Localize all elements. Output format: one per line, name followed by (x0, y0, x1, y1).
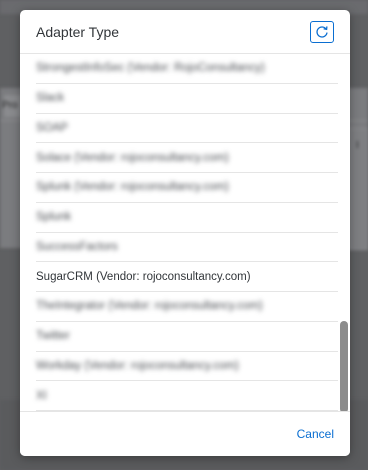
list-item-label: TheIntegrator (Vendor: rojoconsultancy.c… (36, 300, 263, 313)
list-item-label: StrongestInfoSec (Vendor: RojoConsultanc… (36, 62, 265, 75)
list-item-label: Solace (Vendor: rojoconsultancy.com) (36, 151, 229, 164)
scrollbar-thumb[interactable] (340, 321, 348, 413)
list-item[interactable]: Splunk (36, 203, 338, 233)
list-item[interactable]: Twitter (36, 322, 338, 352)
list-item[interactable]: Splunk (Vendor: rojoconsultancy.com) (36, 173, 338, 203)
background-text-left: Pro (2, 100, 18, 111)
list-item[interactable]: SuccessFactors (36, 233, 338, 263)
list-item-label: XI (36, 389, 47, 402)
list-item-label: Splunk (Vendor: rojoconsultancy.com) (36, 181, 229, 194)
adapter-type-dialog: Adapter Type StrongestInfoSec (Vendor: R… (20, 10, 350, 456)
list-item-label: Workday (Vendor: rojoconsultancy.com) (36, 359, 239, 372)
list-item[interactable]: Solace (Vendor: rojoconsultancy.com) (36, 143, 338, 173)
list-item[interactable]: SugarCRM (Vendor: rojoconsultancy.com) (36, 262, 338, 292)
list-item[interactable]: Workday (Vendor: rojoconsultancy.com) (36, 352, 338, 382)
dialog-header: Adapter Type (20, 10, 350, 54)
list-item-label: SugarCRM (Vendor: rojoconsultancy.com) (36, 270, 251, 283)
scrollbar[interactable] (340, 54, 349, 413)
list-item-label: Twitter (36, 330, 70, 343)
list-item-label: Splunk (36, 211, 72, 224)
refresh-icon (316, 26, 328, 38)
list-item[interactable]: StrongestInfoSec (Vendor: RojoConsultanc… (36, 54, 338, 84)
background-text-right: I (356, 140, 359, 151)
list-item-label: Slack (36, 92, 65, 105)
adapter-type-list: StrongestInfoSec (Vendor: RojoConsultanc… (20, 54, 338, 411)
list-item-label: SOAP (36, 121, 68, 134)
dialog-footer: Cancel (20, 411, 350, 456)
list-item[interactable]: Slack (36, 84, 338, 114)
dialog-title: Adapter Type (36, 24, 120, 40)
cancel-button[interactable]: Cancel (297, 427, 334, 441)
list-item[interactable]: XI (36, 381, 338, 411)
refresh-button[interactable] (310, 21, 334, 43)
list-item-label: SuccessFactors (36, 240, 118, 253)
list-item[interactable]: TheIntegrator (Vendor: rojoconsultancy.c… (36, 292, 338, 322)
list-item[interactable]: SOAP (36, 114, 338, 144)
